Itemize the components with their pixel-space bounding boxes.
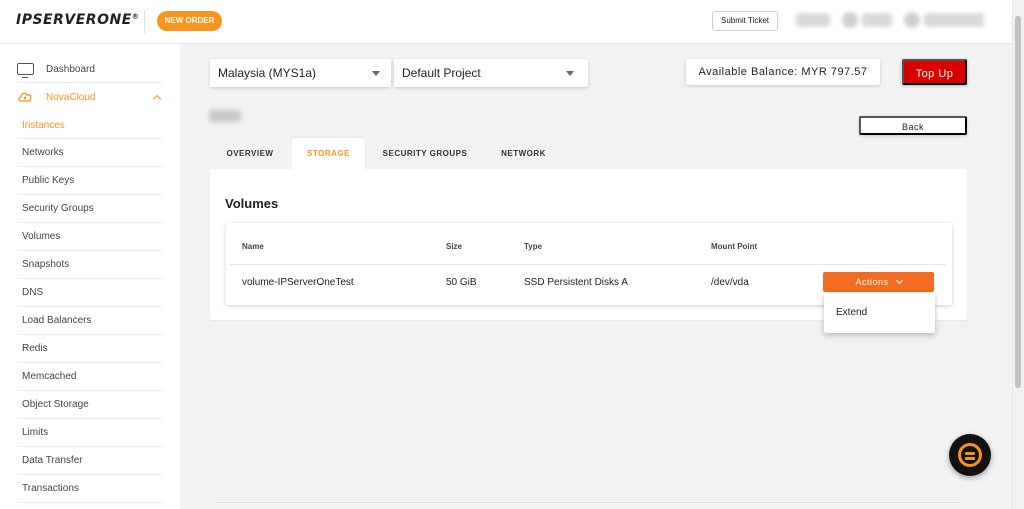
tab-storage[interactable]: STORAGE [292,138,365,169]
sidebar-item-memcached[interactable]: Memcached [22,371,76,382]
caret-down-icon [566,71,574,76]
sidebar-divider [18,166,163,167]
monitor-icon [17,63,34,78]
available-balance: Available Balance: MYR 797.57 [686,59,880,85]
volume-size-cell: 50 GiB [446,277,477,288]
sidebar-item-networks[interactable]: Networks [22,147,64,158]
sidebar-divider [18,306,163,307]
blurred-user-menu[interactable] [924,13,984,27]
sidebar-divider [18,138,163,139]
sidebar-item-instances[interactable]: Instances [22,120,65,131]
column-header-mount-point: Mount Point [711,242,758,251]
footer-divider [215,502,960,503]
sidebar-divider [18,502,163,503]
tab-overview[interactable]: OVERVIEW [210,138,290,169]
sidebar-item-public-keys[interactable]: Public Keys [22,175,74,186]
new-order-button[interactable]: NEW ORDER [157,11,222,31]
logo-reg-mark: ® [131,12,140,21]
sidebar-item-data-transfer[interactable]: Data Transfer [22,455,83,466]
chevron-up-icon[interactable] [152,94,162,104]
sidebar-item-dns[interactable]: DNS [22,287,43,298]
caret-down-icon [372,71,380,76]
sidebar-divider [18,362,163,363]
cloud-icon [18,92,32,102]
sidebar-item-load-balancers[interactable]: Load Balancers [22,315,92,326]
menu-item-extend[interactable]: Extend [836,307,867,318]
sidebar-divider [18,474,163,475]
region-select[interactable]: Malaysia (MYS1a) [210,59,391,87]
project-select[interactable]: Default Project [394,59,588,87]
actions-button[interactable]: Actions [823,272,934,292]
blurred-avatar-icon [842,12,858,28]
project-select-value: Default Project [402,66,481,80]
sidebar-divider [18,250,163,251]
back-button[interactable]: Back [859,116,967,135]
sidebar-divider [18,390,163,391]
blurred-header-item[interactable] [862,13,892,27]
volume-mount-point-cell: /dev/vda [711,277,749,288]
tab-network[interactable]: NETWORK [487,138,560,169]
sidebar-item-limits[interactable]: Limits [22,427,48,438]
tab-security-groups[interactable]: SECURITY GROUPS [370,138,480,169]
sidebar-item-volumes[interactable]: Volumes [22,231,60,242]
logo-text: IPSERVERONE [16,12,132,28]
column-header-type: Type [524,242,543,251]
header-divider [144,10,145,34]
sidebar-item-snapshots[interactable]: Snapshots [22,259,69,270]
sidebar-divider [18,222,163,223]
chat-support-button[interactable] [949,434,991,476]
sidebar-item-security-groups[interactable]: Security Groups [22,203,94,214]
chat-bubble-icon [958,443,982,467]
sidebar: Dashboard NovaCloud Instances Networks P… [0,44,180,509]
region-select-value: Malaysia (MYS1a) [218,66,317,80]
scrollbar-thumb[interactable] [1015,16,1021,388]
sidebar-divider [18,194,163,195]
blurred-user-icon [904,12,920,28]
sidebar-item-redis[interactable]: Redis [22,343,48,354]
column-header-size: Size [446,242,463,251]
volume-type-cell: SSD Persistent Disks A [524,277,628,288]
sidebar-divider [18,82,163,83]
volume-name-cell: volume-IPServerOneTest [242,277,354,288]
table-header-divider [230,264,946,265]
chevron-down-icon [895,276,903,285]
sidebar-item-novacloud[interactable]: NovaCloud [46,92,95,103]
sidebar-item-dashboard[interactable]: Dashboard [46,64,95,75]
submit-ticket-button[interactable]: Submit Ticket [712,11,778,31]
blurred-instance-name [209,110,241,122]
sidebar-item-object-storage[interactable]: Object Storage [22,399,89,410]
sidebar-divider [18,418,163,419]
top-bar: IPSERVERONE® NEW ORDER Submit Ticket [0,0,1024,44]
top-up-button[interactable]: Top Up [902,59,967,85]
logo[interactable]: IPSERVERONE® [16,12,139,28]
blurred-header-item[interactable] [796,13,830,27]
sidebar-divider [18,278,163,279]
volumes-title: Volumes [225,196,279,211]
sidebar-item-transactions[interactable]: Transactions [22,483,79,494]
actions-label: Actions [855,277,889,287]
sidebar-divider [18,446,163,447]
column-header-name: Name [242,242,264,251]
actions-dropdown-menu: Extend [824,293,935,333]
sidebar-divider [18,334,163,335]
